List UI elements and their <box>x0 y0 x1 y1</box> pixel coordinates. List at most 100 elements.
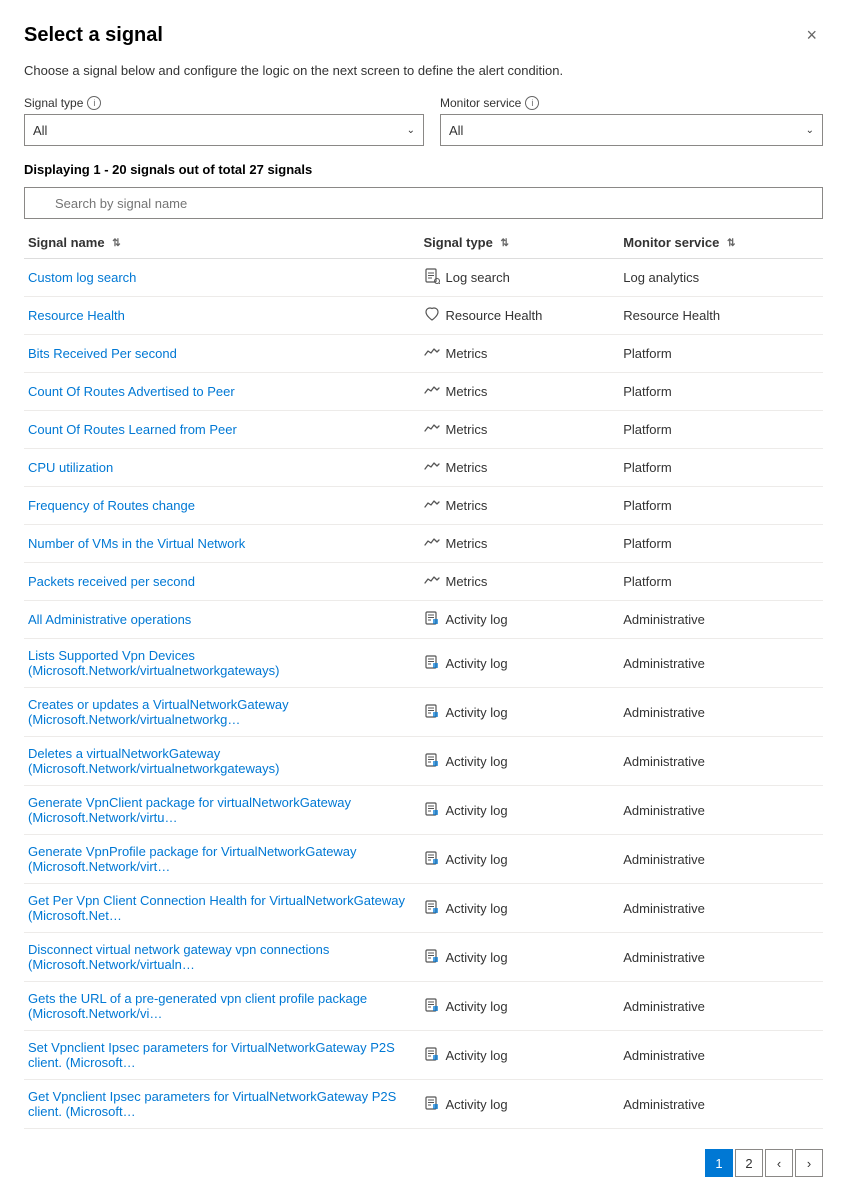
signal-type-text: Activity log <box>446 852 508 867</box>
signal-name-cell: Bits Received Per second <box>24 335 424 373</box>
table-row: Generate VpnProfile package for VirtualN… <box>24 835 823 884</box>
table-row: Disconnect virtual network gateway vpn c… <box>24 933 823 982</box>
signal-type-text: Activity log <box>446 705 508 720</box>
table-row: Generate VpnClient package for virtualNe… <box>24 786 823 835</box>
metrics-icon <box>424 458 440 477</box>
monitor-service-info-icon[interactable]: i <box>525 96 539 110</box>
monitor-service-cell: Administrative <box>623 982 823 1031</box>
table-row: Resource Health Resource HealthResource … <box>24 297 823 335</box>
table-row: All Administrative operations Activity l… <box>24 601 823 639</box>
metrics-icon <box>424 420 440 439</box>
prev-page-button[interactable]: ‹ <box>765 1149 793 1177</box>
signal-name-link[interactable]: Generate VpnClient package for virtualNe… <box>28 795 351 825</box>
signal-name-link[interactable]: Deletes a virtualNetworkGateway (Microso… <box>28 746 279 776</box>
signal-name-link[interactable]: Frequency of Routes change <box>28 498 195 513</box>
signal-name-link[interactable]: Get Vpnclient Ipsec parameters for Virtu… <box>28 1089 396 1119</box>
monitor-service-cell: Platform <box>623 525 823 563</box>
dialog-subtitle: Choose a signal below and configure the … <box>24 63 823 78</box>
signal-name-cell: Deletes a virtualNetworkGateway (Microso… <box>24 737 424 786</box>
signal-type-filter-group: Signal type i All ⌄ <box>24 96 424 146</box>
signal-name-cell: All Administrative operations <box>24 601 424 639</box>
close-button[interactable]: × <box>800 24 823 46</box>
signal-type-cell: Metrics <box>424 563 624 601</box>
metrics-icon <box>424 572 440 591</box>
signal-name-cell: Get Per Vpn Client Connection Health for… <box>24 884 424 933</box>
signal-type-cell: Metrics <box>424 335 624 373</box>
table-row: Get Vpnclient Ipsec parameters for Virtu… <box>24 1080 823 1129</box>
signal-name-link[interactable]: Packets received per second <box>28 574 195 589</box>
monitor-service-cell: Administrative <box>623 688 823 737</box>
signal-name-link[interactable]: Get Per Vpn Client Connection Health for… <box>28 893 405 923</box>
monitor-service-cell: Log analytics <box>623 259 823 297</box>
rh-icon <box>424 306 440 325</box>
activity-icon <box>424 948 440 967</box>
monitor-service-cell: Platform <box>623 487 823 525</box>
page-1-button[interactable]: 1 <box>705 1149 733 1177</box>
signal-type-cell: Metrics <box>424 449 624 487</box>
signal-type-text: Activity log <box>446 1097 508 1112</box>
table-row: Deletes a virtualNetworkGateway (Microso… <box>24 737 823 786</box>
signal-name-link[interactable]: Disconnect virtual network gateway vpn c… <box>28 942 329 972</box>
signal-name-link[interactable]: Count Of Routes Learned from Peer <box>28 422 237 437</box>
signal-name-cell: CPU utilization <box>24 449 424 487</box>
signal-type-cell: Activity log <box>424 982 624 1031</box>
monitor-service-cell: Administrative <box>623 639 823 688</box>
signal-type-text: Metrics <box>446 536 488 551</box>
signal-name-link[interactable]: Creates or updates a VirtualNetworkGatew… <box>28 697 289 727</box>
page-2-button[interactable]: 2 <box>735 1149 763 1177</box>
table-row: CPU utilization MetricsPlatform <box>24 449 823 487</box>
signal-name-link[interactable]: Number of VMs in the Virtual Network <box>28 536 245 551</box>
signal-name-link[interactable]: All Administrative operations <box>28 612 191 627</box>
monitor-service-sort-icon[interactable]: ⇅ <box>727 238 735 249</box>
activity-icon <box>424 610 440 629</box>
signal-name-cell: Lists Supported Vpn Devices (Microsoft.N… <box>24 639 424 688</box>
signals-table: Signal name ⇅ Signal type ⇅ Monitor serv… <box>24 227 823 1129</box>
monitor-service-cell: Administrative <box>623 884 823 933</box>
signal-type-text: Metrics <box>446 498 488 513</box>
table-row: Creates or updates a VirtualNetworkGatew… <box>24 688 823 737</box>
table-row: Frequency of Routes change Metrics Platfo… <box>24 487 823 525</box>
signal-name-link[interactable]: Bits Received Per second <box>28 346 177 361</box>
signal-name-link[interactable]: Resource Health <box>28 308 125 323</box>
dialog-title: Select a signal <box>24 24 163 47</box>
monitor-service-cell: Resource Health <box>623 297 823 335</box>
metrics-icon <box>424 534 440 553</box>
signal-name-link[interactable]: Count Of Routes Advertised to Peer <box>28 384 235 399</box>
table-row: Packets received per second MetricsPlatf… <box>24 563 823 601</box>
signal-name-link[interactable]: Custom log search <box>28 270 136 285</box>
signal-type-text: Log search <box>446 270 510 285</box>
search-input[interactable] <box>24 187 823 219</box>
col-header-signal-type: Signal type ⇅ <box>424 227 624 259</box>
signal-name-sort-icon[interactable]: ⇅ <box>112 238 120 249</box>
signal-name-link[interactable]: Set Vpnclient Ipsec parameters for Virtu… <box>28 1040 395 1070</box>
signal-type-text: Activity log <box>446 901 508 916</box>
signal-name-link[interactable]: Gets the URL of a pre-generated vpn clie… <box>28 991 367 1021</box>
signal-name-cell: Get Vpnclient Ipsec parameters for Virtu… <box>24 1080 424 1129</box>
activity-icon <box>424 850 440 869</box>
signal-name-link[interactable]: Generate VpnProfile package for VirtualN… <box>28 844 357 874</box>
signal-type-text: Activity log <box>446 950 508 965</box>
monitor-service-cell: Administrative <box>623 835 823 884</box>
signal-type-cell: Activity log <box>424 1080 624 1129</box>
signal-type-cell: Activity log <box>424 884 624 933</box>
signal-type-text: Metrics <box>446 384 488 399</box>
metrics-icon <box>424 496 440 515</box>
dialog-header: Select a signal × <box>24 24 823 47</box>
signal-name-cell: Creates or updates a VirtualNetworkGatew… <box>24 688 424 737</box>
signal-type-sort-icon[interactable]: ⇅ <box>500 238 508 249</box>
signal-type-text: Metrics <box>446 460 488 475</box>
signal-name-link[interactable]: Lists Supported Vpn Devices (Microsoft.N… <box>28 648 279 678</box>
monitor-service-select[interactable]: All ⌄ <box>440 114 823 146</box>
activity-icon <box>424 654 440 673</box>
signal-name-cell: Packets received per second <box>24 563 424 601</box>
activity-icon <box>424 997 440 1016</box>
monitor-service-cell: Platform <box>623 563 823 601</box>
signal-type-info-icon[interactable]: i <box>87 96 101 110</box>
activity-icon <box>424 703 440 722</box>
signal-name-cell: Custom log search <box>24 259 424 297</box>
signal-type-select[interactable]: All ⌄ <box>24 114 424 146</box>
monitor-service-cell: Administrative <box>623 786 823 835</box>
signal-name-link[interactable]: CPU utilization <box>28 460 113 475</box>
table-row: Set Vpnclient Ipsec parameters for Virtu… <box>24 1031 823 1080</box>
next-page-button[interactable]: › <box>795 1149 823 1177</box>
